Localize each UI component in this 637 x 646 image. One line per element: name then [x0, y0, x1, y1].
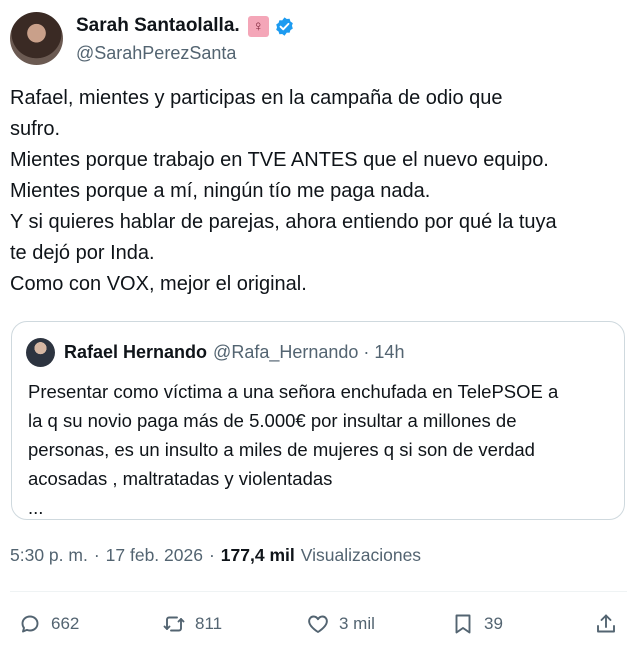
author-handle[interactable]: @SarahPerezSanta — [76, 43, 295, 64]
quoted-separator: · — [363, 341, 370, 362]
female-sign-icon: ♀ — [247, 15, 269, 37]
tweet-text: Rafael, mientes y participas en la campa… — [10, 83, 625, 300]
meta-separator: · — [93, 545, 100, 565]
repost-icon — [163, 616, 185, 632]
quoted-text-line: la q su novio paga más de 5.000€ por ins… — [28, 410, 517, 431]
reply-icon — [21, 615, 39, 633]
divider — [10, 591, 627, 592]
author-avatar[interactable] — [10, 12, 63, 65]
quoted-text-line: acosadas , maltratadas y violentadas — [28, 468, 333, 489]
tweet-text-line: Y si quieres hablar de parejas, ahora en… — [10, 211, 557, 233]
share-icon — [597, 614, 615, 633]
tweet-text-line: sufro. — [10, 118, 61, 140]
tweet-time[interactable]: 5:30 p. m. — [10, 545, 88, 566]
quoted-tweet-card[interactable]: Rafael Hernando @Rafa_Hernando · 14h Pre… — [11, 321, 625, 520]
repost-button[interactable]: 811 — [162, 608, 222, 640]
quoted-tweet-header: Rafael Hernando @Rafa_Hernando · 14h — [26, 337, 404, 367]
repost-count: 811 — [195, 614, 223, 633]
tweet-text-line: Como con VOX, mejor el original. — [10, 273, 307, 295]
quoted-text-line: personas, es un insulto a miles de mujer… — [28, 439, 535, 460]
like-count: 3 mil — [339, 614, 375, 633]
bookmark-button[interactable]: 39 — [451, 608, 503, 640]
tweet-text-line: Rafael, mientes y participas en la campa… — [10, 87, 503, 109]
tweet-text-line: Mientes porque trabajo en TVE ANTES que … — [10, 149, 549, 171]
verified-badge-icon[interactable] — [274, 16, 295, 37]
author-names: Sarah Santaolalla. ♀ @SarahPerezSanta — [76, 14, 295, 64]
share-button[interactable] — [594, 608, 618, 640]
quoted-tweet-text: Presentar como víctima a una señora ench… — [28, 377, 618, 522]
bookmark-icon — [455, 614, 471, 634]
like-button[interactable]: 3 mil — [306, 608, 375, 640]
tweet-metadata: 5:30 p. m. · 17 feb. 2026 · 177,4 mil Vi… — [10, 545, 421, 566]
quoted-timestamp[interactable]: 14h — [374, 342, 404, 363]
tweet-date[interactable]: 17 feb. 2026 — [106, 545, 203, 566]
quoted-author-handle[interactable]: @Rafa_Hernando — [213, 342, 358, 363]
views-count[interactable]: 177,4 mil — [221, 545, 295, 566]
meta-separator: · — [208, 545, 215, 565]
quoted-author-avatar[interactable] — [26, 337, 55, 367]
action-bar: 662 811 3 mil 39 — [0, 608, 637, 640]
quoted-text-line: Presentar como víctima a una señora ench… — [28, 381, 559, 402]
quoted-text-line: ... — [28, 497, 44, 518]
tweet-text-line: Mientes porque a mí, ningún tío me paga … — [10, 180, 431, 202]
author-display-name[interactable]: Sarah Santaolalla. — [76, 15, 240, 37]
heart-icon — [308, 615, 328, 633]
tweet-text-line: te dejó por Inda. — [10, 242, 155, 264]
bookmark-count: 39 — [484, 614, 503, 633]
tweet-header: Sarah Santaolalla. ♀ @SarahPerezSanta — [10, 12, 295, 65]
quoted-author-name[interactable]: Rafael Hernando — [64, 342, 207, 363]
reply-button[interactable]: 662 — [18, 608, 79, 640]
reply-count: 662 — [51, 614, 80, 633]
views-label: Visualizaciones — [300, 545, 422, 565]
author-name-row: Sarah Santaolalla. ♀ — [76, 14, 295, 38]
